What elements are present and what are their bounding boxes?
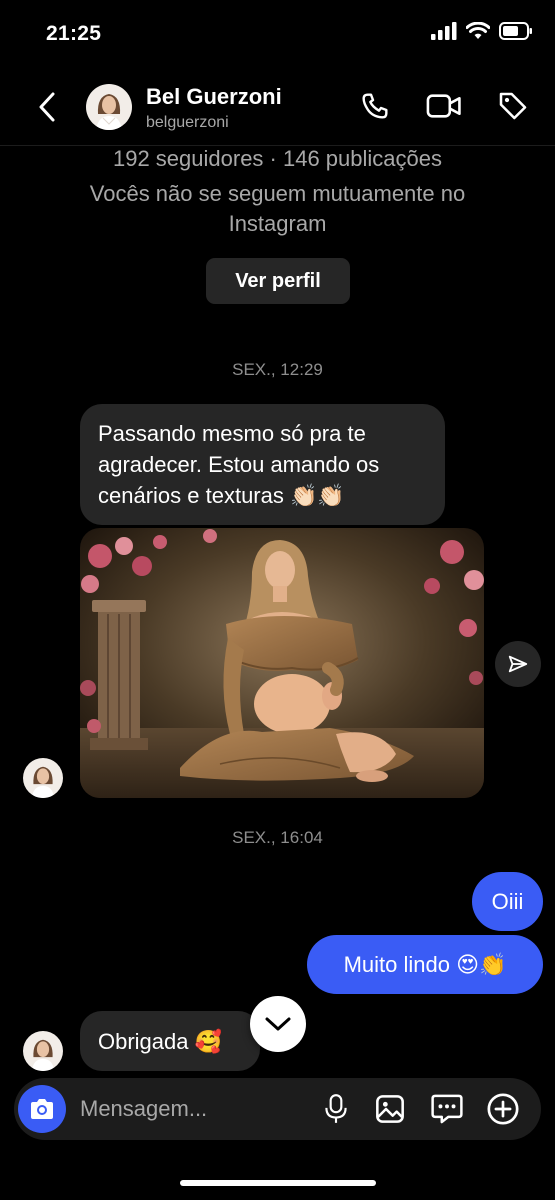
incoming-message[interactable]: Obrigada 🥰	[80, 1011, 260, 1071]
message-composer	[14, 1078, 541, 1140]
date-separator: SEX., 12:29	[232, 360, 323, 379]
back-button[interactable]	[30, 90, 64, 124]
message-input[interactable]	[80, 1092, 280, 1126]
sticker-icon	[431, 1094, 463, 1124]
chevron-down-icon	[265, 1017, 291, 1031]
message-line: cenários e texturas 👏🏻👏🏻	[98, 483, 345, 508]
back-icon	[39, 92, 55, 122]
sticker-button[interactable]	[429, 1091, 465, 1127]
share-icon	[508, 655, 528, 673]
voice-message-button[interactable]	[318, 1091, 354, 1127]
wifi-icon	[466, 22, 490, 39]
contact-username[interactable]: belguerzoni	[146, 114, 229, 132]
battery-icon	[499, 22, 532, 40]
tag-button[interactable]	[495, 88, 531, 124]
gallery-button[interactable]	[372, 1091, 408, 1127]
chat-header: Bel Guerzoni belguerzoni	[0, 70, 555, 146]
share-button[interactable]	[495, 641, 541, 687]
message-text: Oiii	[491, 888, 524, 914]
mutual-info-line2: Instagram	[228, 211, 327, 236]
outgoing-message[interactable]: Oiii	[472, 872, 543, 931]
incoming-message[interactable]: Passando mesmo só pra te agradecer. Esto…	[80, 404, 445, 525]
signal-icon	[431, 22, 457, 40]
mutual-info-line1: Vocês não se seguem mutuamente no	[89, 181, 466, 206]
camera-icon	[31, 1099, 53, 1119]
tag-icon	[499, 92, 527, 120]
video-icon	[426, 94, 461, 118]
video-call-button[interactable]	[426, 88, 462, 124]
message-line: Passando mesmo só pra te	[98, 421, 366, 446]
phone-icon	[362, 93, 388, 119]
plus-icon	[487, 1093, 519, 1125]
gallery-icon	[376, 1095, 404, 1123]
more-options-button[interactable]	[485, 1091, 521, 1127]
view-profile-button[interactable]: Ver perfil	[206, 258, 350, 304]
microphone-icon	[325, 1094, 347, 1123]
camera-button[interactable]	[18, 1085, 66, 1133]
message-text: Obrigada 🥰	[98, 1028, 223, 1054]
avatar[interactable]	[86, 84, 132, 130]
avatar[interactable]	[23, 758, 63, 798]
profile-stats: 192 seguidores · 146 publicações	[112, 146, 442, 171]
date-separator: SEX., 16:04	[232, 828, 323, 847]
status-icons	[431, 22, 533, 40]
contact-name[interactable]: Bel Guerzoni	[146, 84, 282, 110]
scroll-to-bottom-button[interactable]	[250, 996, 306, 1052]
message-line: agradecer. Estou amando os	[98, 452, 380, 477]
status-time: 21:25	[46, 22, 102, 45]
home-indicator[interactable]	[180, 1180, 376, 1186]
outgoing-message[interactable]: Muito lindo 😍👏	[307, 935, 543, 994]
photo-message[interactable]	[80, 528, 484, 798]
status-bar: 21:25	[0, 0, 555, 70]
audio-call-button[interactable]	[357, 88, 393, 124]
message-text: Muito lindo 😍👏	[343, 951, 507, 977]
avatar[interactable]	[23, 1031, 63, 1071]
